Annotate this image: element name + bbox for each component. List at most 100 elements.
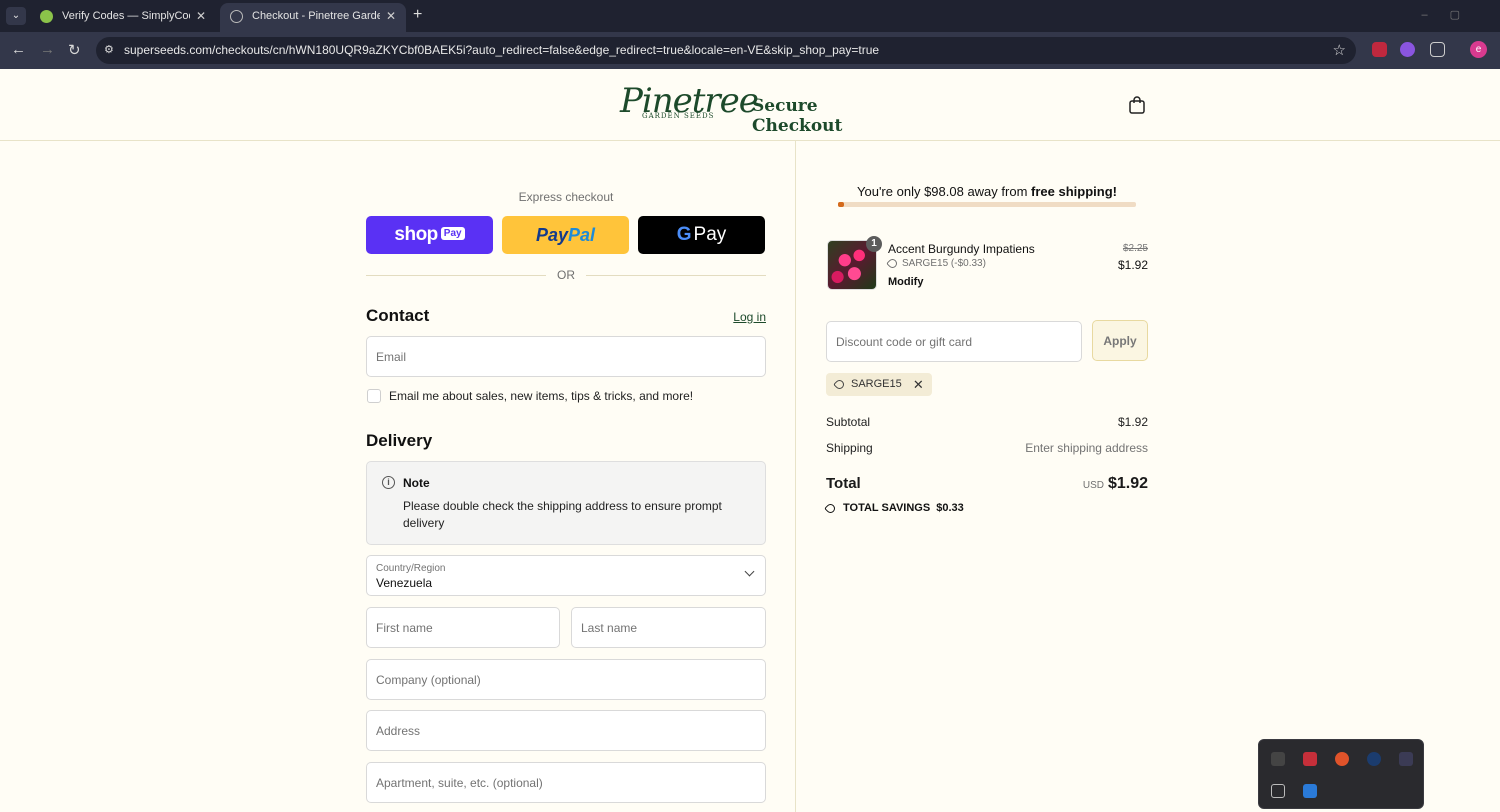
marketing-checkbox[interactable] [367, 389, 381, 403]
tab-search-button[interactable]: ⌄ [6, 7, 26, 25]
browser-toolbar: ← → ↻ ⚙ superseeds.com/checkouts/cn/hWN1… [0, 32, 1500, 69]
extension-icon[interactable] [1400, 42, 1415, 57]
first-name-field[interactable] [366, 607, 560, 648]
apartment-field[interactable] [366, 762, 766, 803]
shopping-bag-icon[interactable] [1129, 96, 1145, 114]
tray-app-icon[interactable] [1335, 752, 1349, 766]
chevron-down-icon [744, 566, 755, 577]
last-name-field[interactable] [571, 607, 766, 648]
simplycodes-favicon-icon [40, 10, 53, 23]
marketing-opt-in[interactable]: Email me about sales, new items, tips & … [366, 388, 766, 404]
company-input[interactable] [367, 660, 765, 699]
address-bar[interactable]: ⚙ superseeds.com/checkouts/cn/hWN180UQR9… [96, 37, 1356, 64]
note-title: Note [403, 476, 430, 490]
tray-app-icon[interactable] [1303, 752, 1317, 766]
tray-app-icon[interactable] [1399, 752, 1413, 766]
info-icon: i [382, 476, 395, 489]
tab-title: Verify Codes — SimplyCodes [62, 10, 190, 22]
shipping-row: Shipping Enter shipping address [826, 441, 1148, 455]
globe-favicon-icon [230, 10, 243, 23]
profile-avatar[interactable]: e [1470, 41, 1487, 58]
paypal-word-pal: Pal [568, 225, 596, 245]
country-select[interactable]: Country/Region Venezuela [366, 555, 766, 596]
subtotal-value: $1.92 [1117, 415, 1148, 429]
applied-code-chip: SARGE15 ✕ [826, 373, 932, 396]
reload-icon[interactable]: ↻ [68, 41, 81, 59]
discount-code-input[interactable] [827, 322, 1081, 361]
applied-code-text: SARGE15 [851, 378, 902, 390]
discount-code-field[interactable] [826, 321, 1082, 362]
last-name-input[interactable] [572, 608, 765, 647]
free-shipping-progress [838, 202, 1136, 207]
free-shipping-message: You're only $98.08 away from free shippi… [826, 184, 1148, 199]
google-pay-word: Pay [693, 224, 727, 245]
email-input[interactable] [367, 337, 765, 376]
remove-code-icon[interactable]: ✕ [913, 373, 924, 396]
google-pay-button[interactable]: G Pay [638, 216, 765, 254]
free-shipping-prefix: You're only $98.08 away from [857, 184, 1032, 199]
shipping-label: Shipping [826, 441, 873, 455]
product-name: Accent Burgundy Impatiens [888, 242, 1035, 256]
or-text: OR [557, 268, 575, 282]
total-currency: USD [1082, 480, 1104, 491]
bookmark-star-icon[interactable]: ☆ [1333, 41, 1346, 59]
login-link[interactable]: Log in [733, 310, 766, 324]
close-tab-icon[interactable]: ✕ [386, 3, 396, 30]
paypal-button[interactable]: PayPal [502, 216, 629, 254]
tag-icon [886, 256, 899, 270]
product-discount-text: SARGE15 (-$0.33) [902, 258, 986, 269]
discounted-price: $1.92 [1117, 258, 1148, 272]
tab-checkout[interactable]: Checkout - Pinetree Garden Seeds ✕ [220, 3, 406, 32]
tab-title: Checkout - Pinetree Garden Seeds [252, 10, 380, 22]
shield-extension-icon[interactable] [1372, 42, 1387, 57]
address-field[interactable] [366, 710, 766, 751]
new-tab-icon[interactable]: + [413, 6, 422, 24]
contact-heading: Contact [366, 306, 430, 325]
email-field[interactable] [366, 336, 766, 377]
address-input[interactable] [367, 711, 765, 750]
marketing-label[interactable]: Email me about sales, new items, tips & … [389, 389, 693, 403]
tray-app-icon[interactable] [1271, 752, 1285, 766]
tag-icon [833, 378, 846, 391]
apartment-input[interactable] [367, 763, 765, 802]
shipping-value: Enter shipping address [1025, 441, 1148, 455]
puzzle-extensions-icon[interactable] [1430, 42, 1445, 57]
shipping-note: i Note Please double check the shipping … [366, 461, 766, 545]
shop-pay-word: shop [394, 224, 438, 245]
total-savings: TOTAL SAVINGS $0.33 [824, 501, 964, 515]
delivery-heading: Delivery [366, 431, 433, 450]
tab-simplycodes[interactable]: Verify Codes — SimplyCodes ✕ [30, 3, 216, 32]
apply-discount-button[interactable]: Apply [1092, 320, 1148, 361]
forward-icon[interactable]: → [40, 41, 55, 58]
google-g-icon: G [676, 224, 692, 245]
total-value: $1.92 [1107, 475, 1148, 492]
back-icon[interactable]: ← [11, 41, 26, 58]
logo-subtitle: GARDEN SEEDS [642, 112, 715, 120]
modify-link[interactable]: Modify [888, 276, 923, 288]
express-checkout-label: Express checkout [518, 190, 614, 204]
steam-icon[interactable] [1367, 752, 1381, 766]
or-divider: OR [366, 268, 766, 284]
savings-value: $0.33 [936, 502, 964, 514]
shop-pay-button[interactable]: shop Pay [366, 216, 493, 254]
paypal-word-pay: Pay [535, 225, 568, 245]
original-price: $2.25 [1122, 243, 1148, 254]
window-controls[interactable]: –▢ [1421, 8, 1482, 21]
column-divider [795, 141, 796, 812]
close-tab-icon[interactable]: ✕ [196, 3, 206, 30]
secure-checkout-title: Secure Checkout [752, 96, 843, 136]
note-text: Please double check the shipping address… [403, 499, 722, 530]
quantity-badge: 1 [866, 236, 882, 252]
subtotal-label: Subtotal [826, 415, 871, 429]
savings-label: TOTAL SAVINGS [843, 502, 931, 514]
tray-app-icon[interactable] [1303, 784, 1317, 798]
usb-icon[interactable] [1271, 784, 1285, 798]
tag-icon [824, 501, 837, 515]
subtotal-row: Subtotal $1.92 [826, 415, 1148, 429]
first-name-input[interactable] [367, 608, 559, 647]
site-settings-icon[interactable]: ⚙ [104, 43, 118, 57]
url-text[interactable]: superseeds.com/checkouts/cn/hWN180UQR9aZ… [124, 43, 879, 57]
pinetree-logo[interactable]: Pinetree GARDEN SEEDS Secure Checkout [620, 81, 900, 136]
country-label: Country/Region [376, 563, 446, 574]
company-field[interactable] [366, 659, 766, 700]
